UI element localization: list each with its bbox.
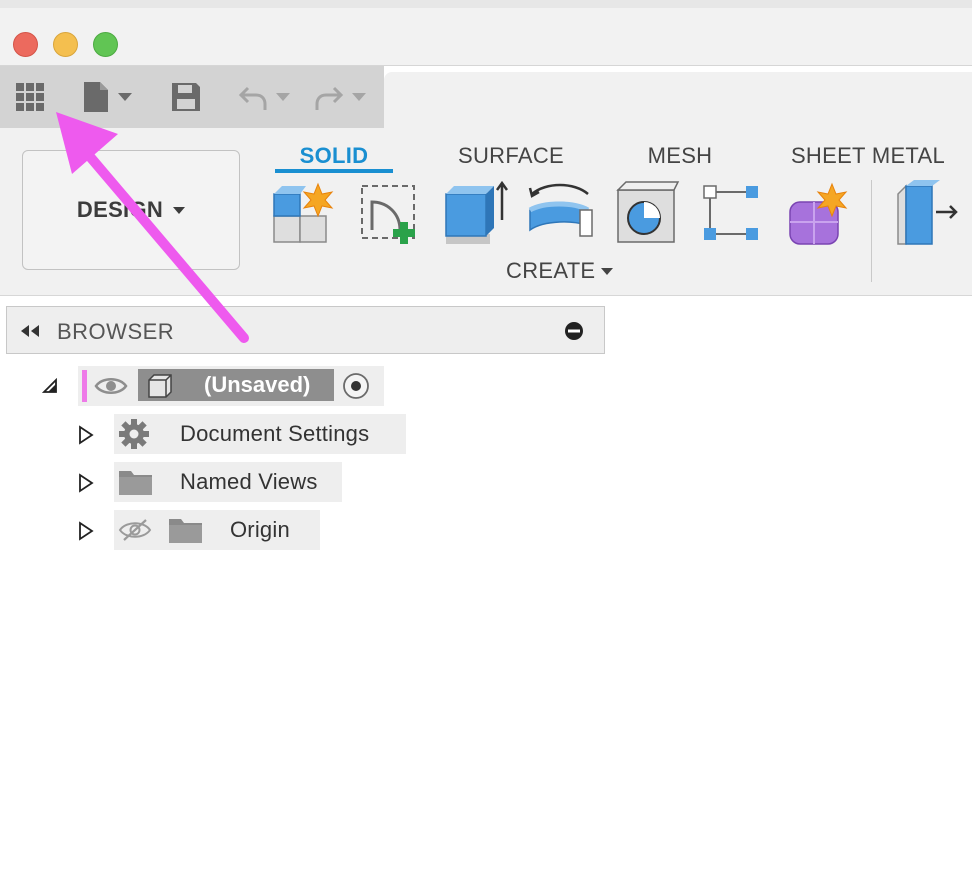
modify-button[interactable] [894,180,960,251]
zoom-window-button[interactable] [93,32,118,57]
create-form-icon [789,182,848,245]
chevron-down-icon [276,93,290,101]
tree-expand-icon[interactable] [78,521,94,541]
chevron-down-icon [118,93,132,101]
tab-strip-background [384,72,972,128]
active-tab-indicator [275,169,393,173]
tree-item-label: Document Settings [180,421,370,446]
save-icon [172,83,200,111]
redo-button[interactable] [314,66,366,128]
tree-collapse-icon[interactable] [42,378,58,394]
hole-icon [616,181,680,243]
ribbon-separator [871,180,872,282]
tab-sheet-metal[interactable]: SHEET METAL [790,136,946,176]
data-panel-button[interactable] [14,66,46,128]
collapse-panel-icon[interactable] [19,324,41,338]
browser-title: BROWSER [57,319,175,344]
workspace-switcher[interactable]: DESIGN [22,150,240,270]
save-button[interactable] [170,66,202,128]
modify-icon [897,180,958,245]
component-icon [148,374,172,398]
quick-access-toolbar [0,66,384,128]
extrude-button[interactable] [442,180,509,251]
chevron-down-icon [173,206,186,214]
activate-radio-icon[interactable] [342,372,370,400]
create-dropdown[interactable]: CREATE [506,258,614,284]
tree-item-label: Named Views [180,469,318,494]
new-component-icon [273,182,334,243]
revolve-icon [528,183,593,237]
eye-icon[interactable] [94,374,128,398]
create-sketch-icon [361,185,415,244]
folder-icon [169,519,202,543]
ribbon: DESIGN SOLID SURFACE MESH SHEET METAL CR… [0,128,972,296]
undo-button[interactable] [238,66,290,128]
title-bar [0,0,972,66]
revolve-button[interactable] [526,180,596,251]
tree-expand-icon[interactable] [78,425,94,445]
redo-icon [315,86,344,110]
root-node-label: (Unsaved) [204,372,311,397]
undo-icon [238,86,267,110]
file-menu-button[interactable] [82,66,132,128]
close-window-button[interactable] [13,32,38,57]
browser-header: BROWSER [6,306,605,354]
panel-options-icon[interactable] [564,321,584,341]
grid-icon [16,83,44,111]
pattern-button[interactable] [700,180,762,251]
active-component-marker [82,370,87,402]
new-component-button[interactable] [270,180,336,251]
tree-item-label: Origin [230,517,290,542]
tab-mesh[interactable]: MESH [640,136,720,176]
pattern-icon [703,185,758,240]
file-icon [84,82,108,112]
extrude-icon [445,180,509,244]
tab-surface[interactable]: SURFACE [452,136,570,176]
gear-icon [119,419,149,449]
minimize-window-button[interactable] [53,32,78,57]
create-form-button[interactable] [784,180,850,251]
create-label: CREATE [506,258,596,283]
chevron-down-icon [601,267,614,275]
hole-button[interactable] [614,180,680,251]
create-sketch-button[interactable] [358,180,424,251]
eye-hidden-icon[interactable] [118,518,152,542]
workspace-label: DESIGN [76,197,164,222]
folder-icon [119,471,152,495]
chevron-down-icon [352,93,366,101]
tree-expand-icon[interactable] [78,473,94,493]
